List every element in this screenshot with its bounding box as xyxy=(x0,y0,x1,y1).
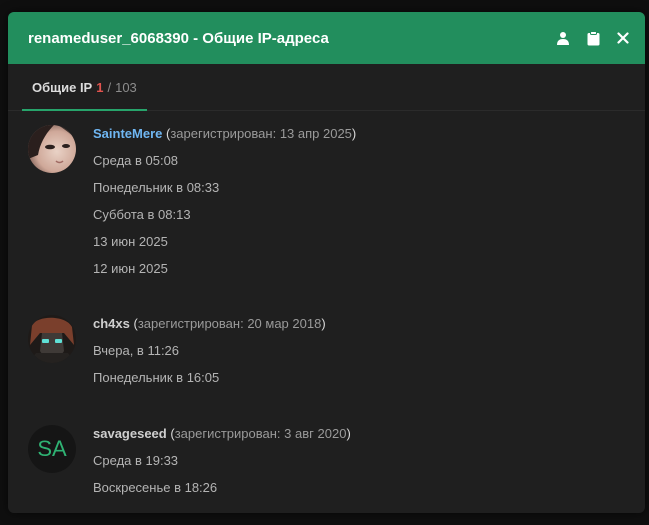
registered-date: 20 мар 2018 xyxy=(247,316,322,331)
ip-visit-time: Суббота в 08:13 xyxy=(93,207,191,222)
registered-date: 13 апр 2025 xyxy=(279,126,352,141)
avatar[interactable] xyxy=(28,125,76,173)
user-info: SainteMere (зарегистрирован: 13 апр 2025… xyxy=(93,125,356,277)
ip-visit-time: Среда в 05:08 xyxy=(93,153,179,168)
registered-date: 3 авг 2020 xyxy=(284,426,347,441)
ip-visit-time: Понедельник в 08:33 xyxy=(93,180,220,195)
dialog-header: renameduser_6068390 - Общие IP-адреса xyxy=(8,12,645,64)
user-line: SainteMere (зарегистрирован: 13 апр 2025… xyxy=(93,126,356,142)
paren-close: ) xyxy=(351,126,357,141)
username-link[interactable]: savageseed xyxy=(93,426,167,441)
user-info: ch4xs (зарегистрирован: 20 мар 2018) Вче… xyxy=(93,315,326,386)
shared-ip-user-list: SainteMere (зарегистрирован: 13 апр 2025… xyxy=(8,111,645,505)
list-item: SainteMere (зарегистрирован: 13 апр 2025… xyxy=(8,125,645,315)
clipboard-icon[interactable] xyxy=(585,30,601,46)
avatar-initials: SA xyxy=(37,436,67,461)
close-icon[interactable] xyxy=(615,30,631,46)
user-icon[interactable] xyxy=(555,30,571,46)
user-info: savageseed (зарегистрирован: 3 авг 2020)… xyxy=(93,425,351,496)
ip-visit-time: Вчера, в 11:26 xyxy=(93,343,180,358)
list-item: ch4xs (зарегистрирован: 20 мар 2018) Вче… xyxy=(8,315,645,425)
tab-label: Общие IP xyxy=(32,79,93,95)
tab-count: 1 xyxy=(96,79,104,95)
username-link[interactable]: SainteMere xyxy=(93,126,162,141)
tab-separator: / xyxy=(107,79,112,95)
registered-label: зарегистрирован: xyxy=(137,316,244,331)
ip-visit-time: 12 июн 2025 xyxy=(93,261,168,276)
user-line: savageseed (зарегистрирован: 3 авг 2020) xyxy=(93,426,351,442)
user-line: ch4xs (зарегистрирован: 20 мар 2018) xyxy=(93,316,326,332)
registered-label: зарегистрирован: xyxy=(174,426,281,441)
registered-label: зарегистрирован: xyxy=(170,126,277,141)
tab-shared-ip[interactable]: Общие IP 1 / 103 xyxy=(22,64,147,111)
paren-close: ) xyxy=(346,426,351,441)
username-link[interactable]: ch4xs xyxy=(93,316,130,331)
dialog-tabs: Общие IP 1 / 103 xyxy=(8,64,645,111)
ip-visit-time: Воскресенье в 18:26 xyxy=(93,480,218,495)
paren-close: ) xyxy=(321,316,326,331)
avatar[interactable]: SA xyxy=(28,425,76,473)
ip-visit-time: Среда в 19:33 xyxy=(93,453,179,468)
list-item: SA savageseed (зарегистрирован: 3 авг 20… xyxy=(8,425,645,505)
tab-total: 103 xyxy=(115,79,137,95)
shared-ip-dialog: renameduser_6068390 - Общие IP-адреса Об… xyxy=(8,12,645,513)
ip-visit-time: 13 июн 2025 xyxy=(93,234,168,249)
ip-visit-time: Понедельник в 16:05 xyxy=(93,370,220,385)
dialog-title: renameduser_6068390 - Общие IP-адреса xyxy=(28,29,329,47)
header-actions xyxy=(555,30,631,46)
avatar[interactable] xyxy=(28,315,76,363)
